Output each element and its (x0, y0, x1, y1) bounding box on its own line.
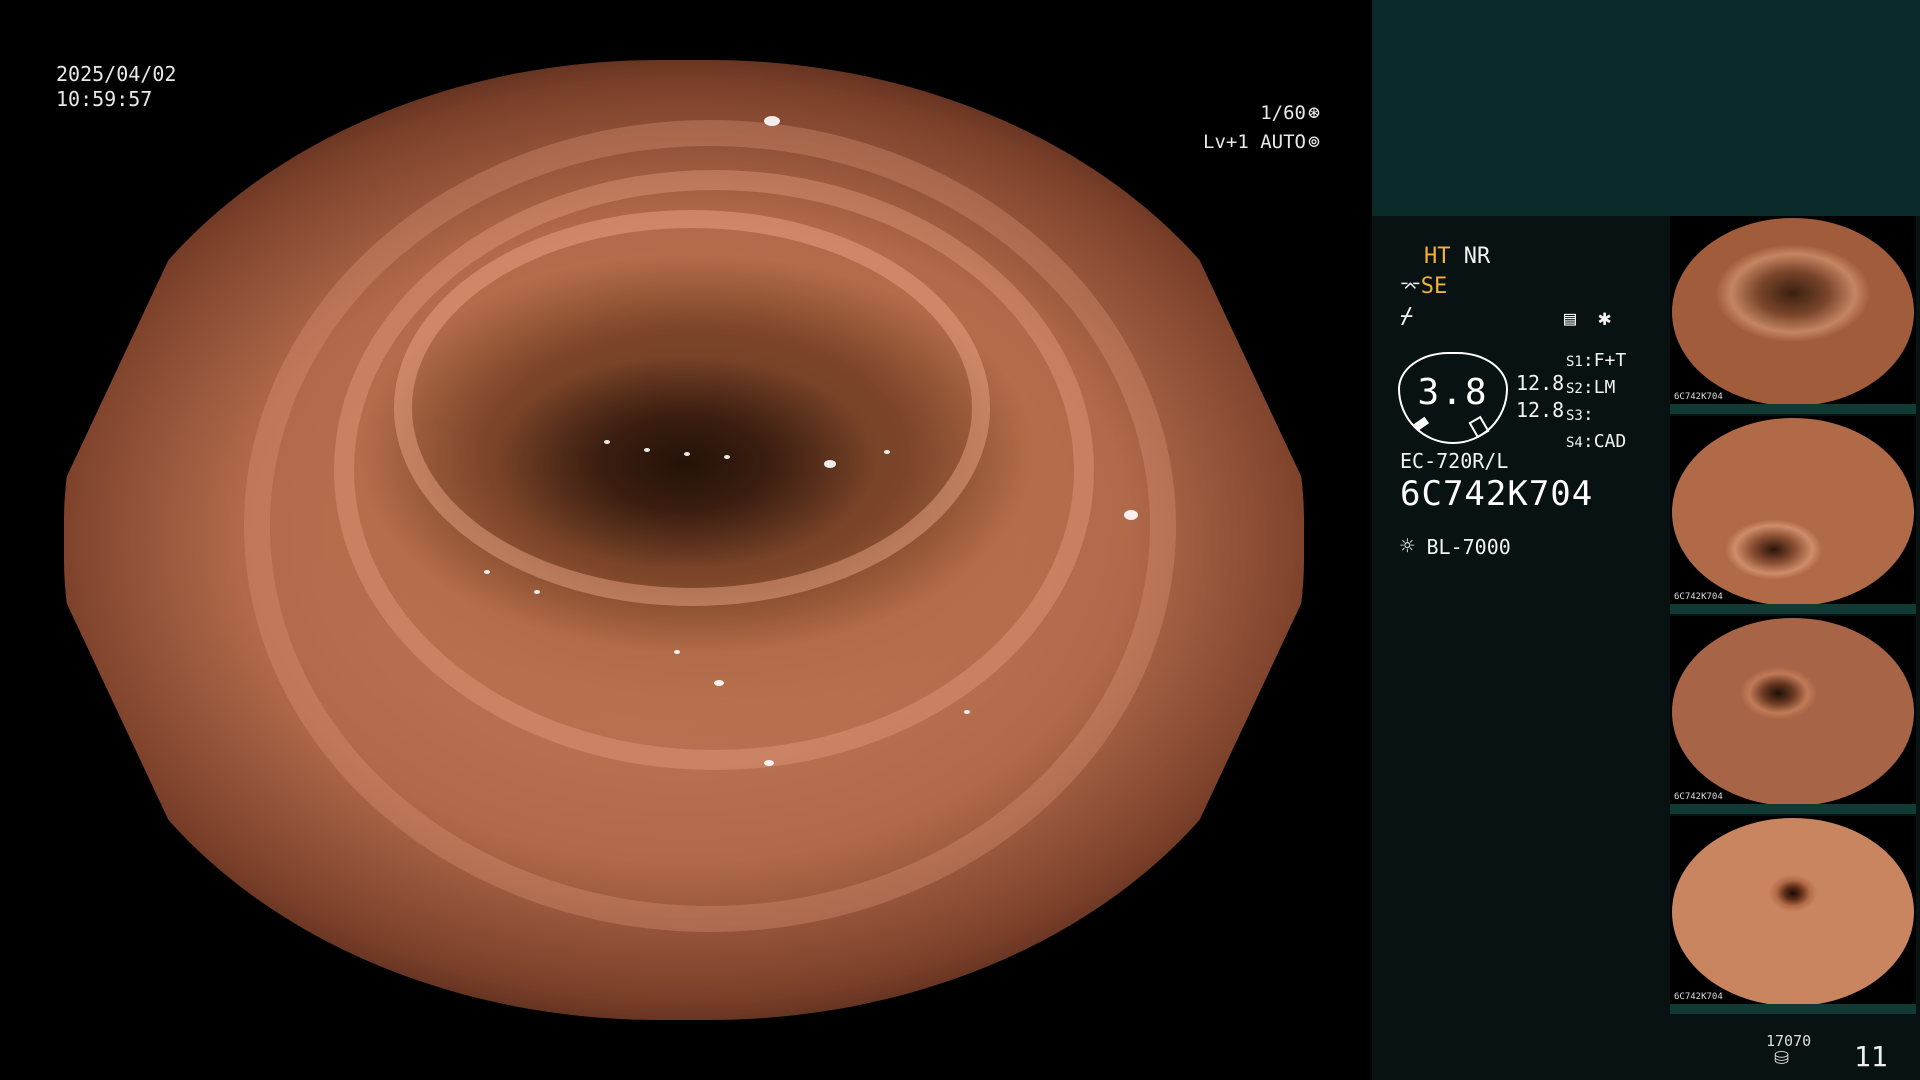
exposure-overlay: 1/60 ⊛ Lv+1 AUTO ⊚ (1203, 98, 1320, 156)
gauge-needle-left (1412, 416, 1430, 432)
s2-value: LM (1593, 377, 1616, 398)
image-mode-line: HT NR (1424, 244, 1490, 269)
gauge-needle-right (1468, 415, 1490, 439)
exposure-values: 12.8 12.8 (1516, 370, 1564, 424)
scope-serial: 6C742K704 (1400, 474, 1594, 514)
specular-highlight (714, 680, 724, 686)
iris-icon: ⊚ (1307, 129, 1320, 153)
thumbnail-caption: 6C742K704 (1674, 792, 1723, 802)
time-label: 10:59:57 (56, 87, 153, 111)
capture-count: 11 (1854, 1040, 1888, 1073)
s1-key: S1 (1566, 354, 1583, 370)
star-icon: ✱ (1598, 306, 1612, 331)
thumbnail-caption-bar (1670, 804, 1916, 814)
specular-highlight (724, 455, 730, 459)
thumbnail-caption-bar (1670, 1004, 1916, 1014)
specular-highlight (764, 760, 774, 766)
thumbnail-caption-bar (1670, 604, 1916, 614)
panel-header-area (1372, 0, 1920, 216)
scope-model: EC-720R/L (1400, 449, 1509, 473)
light-icon: ☼ (1400, 532, 1415, 560)
nr-indicator: NR (1463, 244, 1491, 269)
shutter-icon: ⊛ (1307, 100, 1320, 124)
capture-thumbnail-1[interactable] (1672, 218, 1914, 406)
capture-thumbnail-3[interactable] (1672, 618, 1914, 806)
specular-highlight (604, 440, 610, 444)
thumbnail-caption: 6C742K704 (1674, 992, 1723, 1002)
processor-status-panel: HT NR ⌤SE ⌿ ▤ ✱ 3.8 12.8 12.8 S1:F+T S2:… (1372, 0, 1920, 1080)
specular-highlight (674, 650, 680, 654)
datetime-overlay: 2025/04/02 10:59:57 (56, 62, 176, 112)
date-label: 2025/04/02 (56, 62, 177, 86)
fn-icon: ⌿ (1400, 304, 1414, 329)
magnification-gauge: 3.8 (1398, 352, 1508, 444)
specular-highlight (764, 116, 780, 126)
specular-highlight (824, 460, 836, 468)
thumbnail-caption: 6C742K704 (1674, 392, 1723, 402)
capture-thumbnail-2[interactable] (1672, 418, 1914, 606)
specular-highlight (644, 448, 650, 452)
light-source-line: ☼ BL-7000 (1400, 532, 1511, 560)
enhance-line: ⌤SE (1400, 274, 1447, 299)
shutter-speed: 1/60 (1260, 102, 1306, 124)
se-icon: ⌤ (1400, 277, 1421, 298)
specular-highlight (684, 452, 690, 456)
se-indicator: SE (1420, 274, 1448, 299)
capture-thumbnail-4[interactable] (1672, 818, 1914, 1006)
s2-key: S2 (1566, 381, 1583, 397)
specular-highlight (884, 450, 890, 454)
magnification-value: 3.8 (1417, 372, 1489, 413)
value-a: 12.8 (1516, 371, 1565, 395)
thumbnail-caption-bar (1670, 404, 1916, 414)
specular-highlight (964, 1000, 982, 1012)
light-source: BL-7000 (1426, 535, 1511, 559)
ht-indicator: HT (1424, 244, 1451, 269)
thumbnail-caption: 6C742K704 (1674, 592, 1723, 602)
specular-highlight (534, 590, 540, 594)
colon-lumen-image (64, 60, 1304, 1020)
haustral-fold-inner (394, 210, 990, 606)
s4-key: S4 (1566, 435, 1583, 451)
menu-icon: ▤ (1564, 306, 1577, 330)
storage-icon: ⛁ (1774, 1048, 1790, 1069)
endoscope-view: 2025/04/02 10:59:57 1/60 ⊛ Lv+1 AUTO ⊚ (0, 0, 1372, 1080)
switch-settings: S1:F+T S2:LM S3: S4:CAD (1566, 350, 1627, 452)
specular-highlight (484, 570, 490, 574)
s4-value: CAD (1593, 431, 1627, 452)
value-b: 12.8 (1516, 398, 1565, 422)
s3-key: S3 (1566, 408, 1583, 424)
specular-highlight (964, 710, 970, 714)
specular-highlight (1124, 510, 1138, 520)
s1-value: F+T (1593, 350, 1627, 371)
iris-level: Lv+1 AUTO (1203, 131, 1306, 153)
